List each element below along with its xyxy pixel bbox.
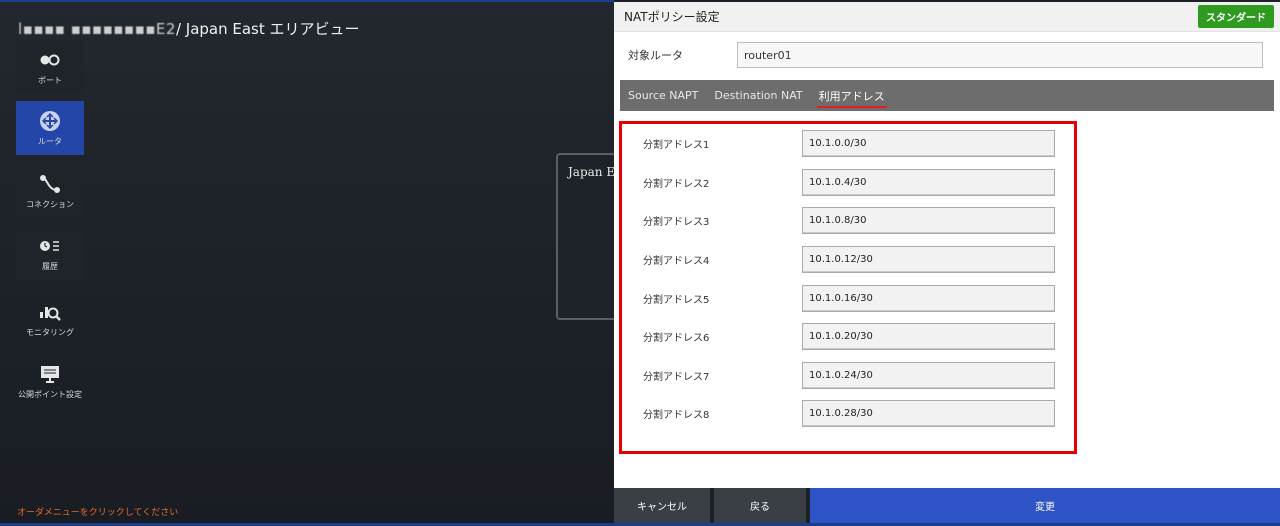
address-field[interactable]: 10.1.0.24/30 [802,361,1055,389]
address-label: 分割アドレス8 [643,409,710,421]
address-field[interactable]: 10.1.0.0/30 [802,129,1055,157]
sidebar-item-label: ルータ [38,136,62,146]
area-title-text: / Japan East エリアビュー [175,20,360,38]
sidebar-item-public-point[interactable]: 公開ポイント設定 [16,354,84,408]
address-row: 分割アドレス1 10.1.0.0/30 [643,129,1055,157]
address-label: 分割アドレス3 [643,216,710,228]
address-label: 分割アドレス5 [643,294,710,306]
router-icon [38,110,62,132]
address-label: 分割アドレス7 [643,371,710,383]
tab-destination-nat[interactable]: Destination NAT [714,80,802,111]
sidebar-item-label: 公開ポイント設定 [18,389,82,399]
address-field[interactable]: 10.1.0.20/30 [802,322,1055,350]
change-button[interactable]: 変更 [810,488,1280,523]
address-label: 分割アドレス1 [643,139,710,151]
public-point-icon [38,363,62,385]
address-label: 分割アドレス6 [643,332,710,344]
sidebar-item-connection[interactable]: コネクション [16,164,84,218]
router-row: 対象ルータ router01 [614,32,1280,78]
address-field[interactable]: 10.1.0.16/30 [802,284,1055,312]
address-label: 分割アドレス2 [643,178,710,190]
standard-badge: スタンダード [1198,5,1274,28]
port-icon [38,49,62,71]
address-row: 分割アドレス6 10.1.0.20/30 [643,322,1055,350]
address-row: 分割アドレス8 10.1.0.28/30 [643,399,1055,427]
sidebar-item-router[interactable]: ルータ [16,101,84,155]
monitoring-icon [38,301,62,323]
back-button[interactable]: 戻る [714,488,806,523]
nat-tabs: Source NAPT Destination NAT 利用アドレス [620,80,1274,111]
address-row: 分割アドレス7 10.1.0.24/30 [643,361,1055,389]
address-field[interactable]: 10.1.0.12/30 [802,245,1055,273]
router-label: 対象ルータ [628,49,683,62]
sidebar-item-port[interactable]: ポート [16,40,84,94]
connection-icon [38,173,62,195]
tenant-name: l▪▪▪▪ ▪▪▪▪▪▪▪▪E2 [18,20,176,38]
address-row: 分割アドレス4 10.1.0.12/30 [643,245,1055,273]
address-field[interactable]: 10.1.0.28/30 [802,399,1055,427]
address-field[interactable]: 10.1.0.4/30 [802,168,1055,196]
address-field[interactable]: 10.1.0.8/30 [802,206,1055,234]
sidebar-item-history[interactable]: 履歴 [16,226,84,280]
area-title: l▪▪▪▪ ▪▪▪▪▪▪▪▪E2/ Japan East エリアビュー [18,18,360,39]
area-view-background: l▪▪▪▪ ▪▪▪▪▪▪▪▪E2/ Japan East エリアビュー ポート … [0,0,626,526]
sidebar-item-label: ポート [38,75,62,85]
address-row: 分割アドレス2 10.1.0.4/30 [643,168,1055,196]
tab-used-addresses[interactable]: 利用アドレス [816,80,887,111]
sidebar-item-label: モニタリング [26,327,74,337]
sidebar-item-label: コネクション [26,199,74,209]
sidebar-item-monitoring[interactable]: モニタリング [16,292,84,346]
dialog-header: NATポリシー設定 スタンダード [614,2,1280,32]
dialog-footer: キャンセル 戻る 変更 [614,488,1280,523]
address-row: 分割アドレス3 10.1.0.8/30 [643,206,1055,234]
history-icon [38,235,62,257]
cancel-button[interactable]: キャンセル [614,488,710,523]
tab-source-napt[interactable]: Source NAPT [628,80,698,111]
router-field[interactable]: router01 [737,42,1263,68]
address-label: 分割アドレス4 [643,255,710,267]
order-hint: オーダメニューをクリックしてください [17,508,179,518]
sidebar-item-label: 履歴 [42,261,58,271]
dialog-title: NATポリシー設定 [624,10,720,24]
address-row: 分割アドレス5 10.1.0.16/30 [643,284,1055,312]
